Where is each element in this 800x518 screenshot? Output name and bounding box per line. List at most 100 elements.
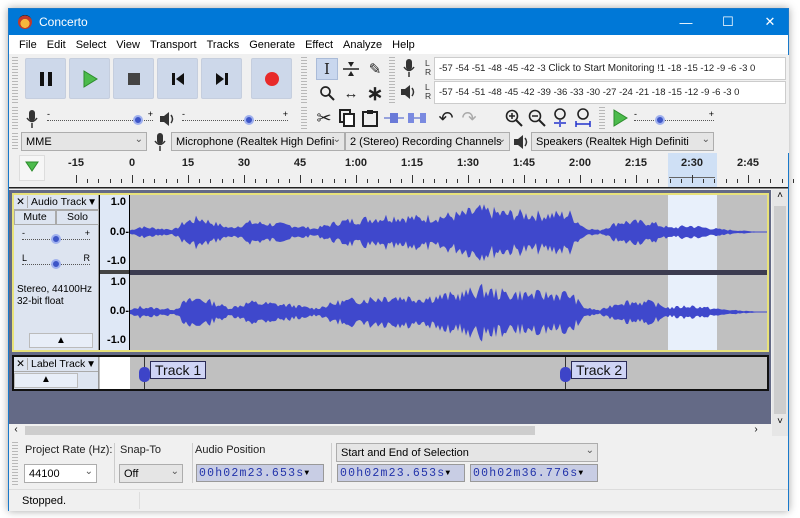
toolbar-grip[interactable] [599, 107, 605, 129]
undo-button[interactable]: ↶ [435, 107, 457, 129]
scroll-down-arrow-icon[interactable]: ˅ [772, 416, 788, 432]
toolbar-grip[interactable] [12, 57, 18, 103]
timeline-ruler[interactable]: -15 0 15 30 45 1:00 1:15 1:30 1:45 2:00 2:15 2:30 2:… [9, 153, 794, 189]
magnifier-icon [320, 86, 335, 101]
slider-thumb[interactable] [51, 259, 61, 269]
selection-mode-select[interactable]: Start and End of Selection ⌄ [336, 443, 598, 462]
scroll-up-arrow-icon[interactable]: ˄ [772, 190, 788, 206]
solo-button[interactable]: Solo [56, 210, 99, 225]
track-name-menu[interactable]: Audio Track [28, 196, 87, 208]
scroll-right-arrow-icon[interactable]: › [749, 424, 763, 437]
pan-slider[interactable]: LR [22, 253, 90, 270]
menu-edit[interactable]: Edit [42, 39, 71, 51]
slider-thumb[interactable] [51, 234, 61, 244]
toolbar-grip[interactable] [12, 442, 18, 486]
play-button[interactable] [69, 58, 110, 99]
recording-device-select[interactable]: Microphone (Realtek High Defini ⌄ [171, 132, 345, 151]
caret-down-icon[interactable]: ▼ [86, 359, 98, 370]
menu-tracks[interactable]: Tracks [202, 39, 245, 51]
label-marker-handle[interactable] [560, 367, 571, 382]
collapse-track-button[interactable]: ▲ [29, 333, 93, 348]
cut-button[interactable]: ✂ [313, 107, 335, 129]
vertical-scrollbar[interactable]: ˄ ˅ [772, 190, 788, 436]
track-close-button[interactable]: ✕ [14, 358, 28, 370]
label-marker-handle[interactable] [139, 367, 150, 382]
playback-volume-slider[interactable]: - + [182, 109, 288, 126]
toolbar-grip[interactable] [301, 107, 307, 129]
playback-meter[interactable]: -57 -54 -51 -48 -45 -42 -39 -36 -33 -30 … [434, 81, 786, 104]
scrollbar-thumb[interactable] [774, 206, 786, 414]
selection-start-field[interactable]: 00h02m23.653s ▼ [337, 464, 465, 482]
label-track-1[interactable]: Track 1 [150, 361, 207, 379]
selection-end-field[interactable]: 00h02m36.776s ▼ [470, 464, 598, 482]
zoom-tool-button[interactable] [316, 82, 338, 104]
menu-analyze[interactable]: Analyze [338, 39, 387, 51]
skip-to-start-button[interactable] [157, 58, 198, 99]
scroll-left-arrow-icon[interactable]: ‹ [9, 424, 23, 437]
caret-down-icon[interactable]: ▼ [87, 197, 99, 208]
redo-button[interactable]: ↷ [458, 107, 480, 129]
gain-slider[interactable]: - + [22, 228, 90, 245]
menu-view[interactable]: View [111, 39, 145, 51]
stop-button[interactable] [113, 58, 154, 99]
snap-to-select[interactable]: Off ⌄ [119, 464, 183, 483]
waveform-left-channel[interactable] [130, 195, 767, 270]
menu-generate[interactable]: Generate [244, 39, 300, 51]
skip-to-end-button[interactable] [201, 58, 242, 99]
copy-button[interactable] [336, 107, 358, 129]
record-volume-slider[interactable]: - + [47, 109, 153, 126]
label-track-2[interactable]: Track 2 [571, 361, 628, 379]
record-button[interactable] [251, 58, 292, 99]
slider-thumb[interactable] [244, 115, 255, 125]
pause-icon [39, 71, 52, 86]
playback-meter-button[interactable] [398, 81, 420, 103]
menu-transport[interactable]: Transport [145, 39, 202, 51]
scrollbar-thumb[interactable] [25, 426, 535, 435]
mute-button[interactable]: Mute [14, 210, 56, 225]
record-meter-button[interactable] [398, 57, 420, 79]
zoom-out-button[interactable] [526, 107, 548, 129]
envelope-tool-button[interactable] [340, 58, 362, 80]
menu-help[interactable]: Help [387, 39, 420, 51]
selection-tool-button[interactable]: I [316, 58, 338, 80]
track-close-button[interactable]: ✕ [14, 196, 28, 208]
pin-play-head-button[interactable] [19, 155, 45, 181]
chevron-down-icon: ⌄ [497, 134, 506, 145]
recording-channels-select[interactable]: 2 (Stereo) Recording Channels ⌄ [345, 132, 510, 151]
pause-button[interactable] [25, 58, 66, 99]
trim-button[interactable] [383, 107, 405, 129]
fit-project-button[interactable] [572, 107, 594, 129]
paste-button[interactable] [359, 107, 381, 129]
track-name-menu[interactable]: Label Track [28, 358, 86, 370]
zoom-in-button[interactable] [503, 107, 525, 129]
project-rate-select[interactable]: 44100 ⌄ [24, 464, 97, 483]
play-speed-slider[interactable]: - + [634, 109, 714, 126]
toolbar-grip[interactable] [389, 57, 395, 103]
start-monitoring-prompt[interactable]: Click to Start Monitoring [548, 63, 654, 74]
toolbar-grip[interactable] [301, 57, 307, 103]
record-meter[interactable]: -57 -54 -51 -48 -45 -42 -3 Click to Star… [434, 57, 786, 80]
audio-host-select[interactable]: MME ⌄ [21, 132, 147, 151]
toolbar-grip[interactable] [12, 107, 18, 129]
slider-thumb[interactable] [655, 115, 665, 125]
timeline-tick [423, 179, 425, 183]
multi-tool-button[interactable]: ∗ [364, 82, 386, 105]
playback-device-select[interactable]: Speakers (Realtek High Definiti ⌄ [531, 132, 714, 151]
horizontal-scrollbar[interactable]: ‹ › [9, 424, 771, 437]
play-at-speed-button[interactable] [609, 107, 631, 129]
menu-effect[interactable]: Effect [300, 39, 338, 51]
minimize-button[interactable]: — [665, 9, 707, 35]
time-shift-tool-button[interactable]: ↔ [340, 82, 362, 104]
close-button[interactable]: ✕ [749, 9, 791, 35]
collapse-track-button[interactable]: ▲ [14, 373, 78, 388]
draw-tool-button[interactable]: ✎ [364, 58, 386, 80]
fit-selection-button[interactable] [549, 107, 571, 129]
menu-select[interactable]: Select [71, 39, 112, 51]
waveform-right-channel[interactable] [130, 275, 767, 350]
silence-button[interactable] [406, 107, 428, 129]
toolbar-grip[interactable] [12, 133, 18, 151]
maximize-button[interactable]: ☐ [707, 9, 749, 35]
audio-position-field[interactable]: 00h02m23.653s ▼ [196, 464, 324, 482]
slider-thumb[interactable] [133, 115, 144, 125]
menu-file[interactable]: File [14, 39, 42, 51]
